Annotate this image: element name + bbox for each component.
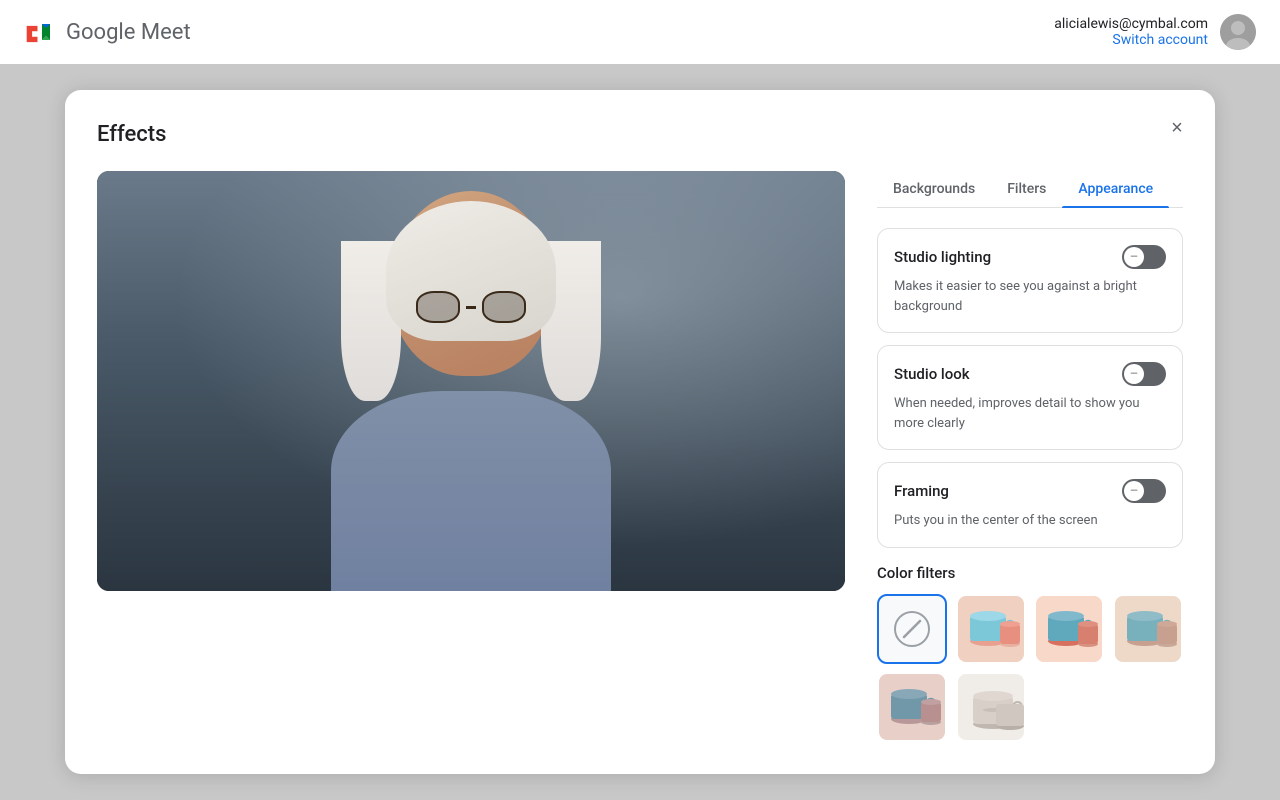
- studio-look-card: Studio look When needed, improves detail…: [877, 345, 1183, 450]
- color-filters-title: Color filters: [877, 564, 1183, 582]
- studio-look-toggle[interactable]: [1122, 362, 1166, 386]
- color-filter-4[interactable]: [877, 672, 947, 742]
- tab-filters[interactable]: Filters: [991, 171, 1062, 207]
- studio-lighting-toggle-wrap: [1122, 245, 1166, 269]
- close-button[interactable]: ×: [1159, 110, 1195, 146]
- framing-toggle[interactable]: [1122, 479, 1166, 503]
- color-filters-section: Color filters: [877, 564, 1183, 742]
- framing-name: Framing: [894, 482, 949, 500]
- modal-body: Backgrounds Filters Appearance Studio li…: [97, 171, 1183, 742]
- color-filter-1[interactable]: [956, 594, 1026, 664]
- no-filter-icon: [894, 611, 930, 647]
- color-filter-2[interactable]: [1034, 594, 1104, 664]
- google-meet-logo-icon: [24, 16, 56, 48]
- framing-header: Framing: [894, 479, 1166, 503]
- close-icon: ×: [1171, 117, 1183, 140]
- studio-lighting-header: Studio lighting: [894, 245, 1166, 269]
- app-name: Google Meet: [66, 20, 191, 45]
- person-head: [391, 191, 551, 376]
- video-preview-inner: [97, 171, 845, 591]
- studio-look-name: Studio look: [894, 365, 970, 383]
- studio-lighting-name: Studio lighting: [894, 248, 991, 266]
- glasses: [416, 291, 526, 323]
- lens-left: [416, 291, 460, 323]
- studio-lighting-card: Studio lighting Makes it easier to see y…: [877, 228, 1183, 333]
- studio-look-desc: When needed, improves detail to show you…: [894, 394, 1166, 433]
- studio-lighting-toggle-knob: [1124, 247, 1144, 267]
- studio-lighting-toggle[interactable]: [1122, 245, 1166, 269]
- topbar-left: Google Meet: [24, 16, 191, 48]
- lens-right: [482, 291, 526, 323]
- nose-bridge: [466, 306, 476, 309]
- video-preview: [97, 171, 845, 591]
- studio-look-toggle-wrap: [1122, 362, 1166, 386]
- framing-desc: Puts you in the center of the screen: [894, 511, 1166, 531]
- person-shirt: [331, 391, 611, 591]
- effects-modal: Effects ×: [65, 90, 1215, 774]
- right-panel: Backgrounds Filters Appearance Studio li…: [877, 171, 1183, 742]
- studio-look-header: Studio look: [894, 362, 1166, 386]
- tab-backgrounds[interactable]: Backgrounds: [877, 171, 991, 207]
- framing-toggle-knob: [1124, 481, 1144, 501]
- studio-look-toggle-knob: [1124, 364, 1144, 384]
- account-email: alicialewis@cymbal.com: [1054, 16, 1208, 32]
- framing-card: Framing Puts you in the center of the sc…: [877, 462, 1183, 548]
- person-figure: [251, 171, 691, 591]
- account-info: alicialewis@cymbal.com Switch account: [1054, 16, 1208, 48]
- color-filter-5[interactable]: [956, 672, 1026, 742]
- topbar-right: alicialewis@cymbal.com Switch account: [1054, 14, 1256, 50]
- tabs: Backgrounds Filters Appearance: [877, 171, 1183, 208]
- tab-appearance[interactable]: Appearance: [1062, 171, 1169, 207]
- switch-account-link[interactable]: Switch account: [1054, 32, 1208, 48]
- user-avatar[interactable]: [1220, 14, 1256, 50]
- studio-lighting-desc: Makes it easier to see you against a bri…: [894, 277, 1166, 316]
- color-filters-grid: [877, 594, 1183, 742]
- topbar: Google Meet alicialewis@cymbal.com Switc…: [0, 0, 1280, 64]
- modal-title: Effects: [97, 122, 1183, 147]
- modal-overlay: Effects ×: [0, 64, 1280, 800]
- color-filter-3[interactable]: [1113, 594, 1183, 664]
- color-filter-none[interactable]: [877, 594, 947, 664]
- framing-toggle-wrap: [1122, 479, 1166, 503]
